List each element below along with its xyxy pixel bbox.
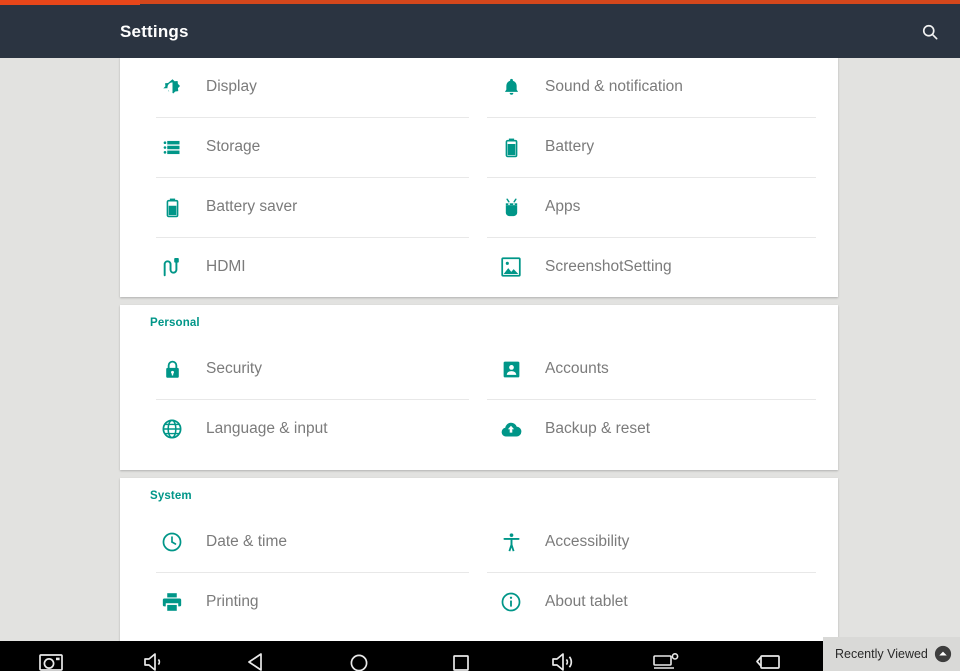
- settings-row-language-input[interactable]: Language & input: [138, 399, 469, 459]
- settings-row-label: Printing: [206, 593, 259, 611]
- printer-icon: [160, 590, 184, 614]
- android-settings-screen: Settings: [0, 0, 960, 671]
- settings-row-security[interactable]: Security: [138, 339, 469, 399]
- settings-row-battery-saver[interactable]: Battery saver: [138, 177, 469, 237]
- settings-row-storage[interactable]: Storage: [138, 117, 469, 177]
- recents-square-icon[interactable]: [441, 651, 481, 671]
- settings-row-screenshot-setting[interactable]: ScreenshotSetting: [487, 237, 820, 297]
- recently-viewed-chip[interactable]: Recently Viewed: [823, 637, 960, 671]
- storage-list-icon: [160, 135, 184, 159]
- settings-card-system: System Date & time: [120, 478, 838, 641]
- battery-icon: [499, 135, 523, 159]
- section-header-system: System: [150, 490, 192, 502]
- settings-row-label: Battery: [545, 138, 594, 156]
- card0-left-column: Display: [120, 58, 479, 297]
- settings-row-accessibility[interactable]: Accessibility: [487, 512, 820, 572]
- settings-card-device: Display: [120, 58, 838, 297]
- card1-left-column: Security Language & inpu: [120, 339, 479, 459]
- volume-down-icon[interactable]: [134, 651, 174, 671]
- settings-row-hdmi[interactable]: HDMI: [138, 237, 469, 297]
- settings-card-personal: Personal Security: [120, 305, 838, 470]
- system-navigation-bar: [0, 641, 960, 671]
- settings-row-label: About tablet: [545, 593, 628, 611]
- android-robot-icon: [499, 195, 523, 219]
- settings-row-battery[interactable]: Battery: [487, 117, 820, 177]
- keyboard-icon[interactable]: [646, 651, 686, 671]
- card2-right-column: Accessibility About tablet: [479, 512, 838, 632]
- settings-row-label: Sound & notification: [545, 78, 683, 96]
- settings-row-label: Apps: [545, 198, 580, 216]
- bell-icon: [499, 75, 523, 99]
- settings-row-label: Language & input: [206, 420, 328, 438]
- clock-icon: [160, 530, 184, 554]
- card1-right-column: Accounts Backup & reset: [479, 339, 838, 459]
- section-header-personal: Personal: [150, 317, 200, 329]
- globe-icon: [160, 417, 184, 441]
- settings-row-label: Accessibility: [545, 533, 629, 551]
- brightness-icon: [160, 75, 184, 99]
- settings-row-label: HDMI: [206, 258, 246, 276]
- battery-saver-icon: [160, 195, 184, 219]
- settings-row-printing[interactable]: Printing: [138, 572, 469, 632]
- settings-row-apps[interactable]: Apps: [487, 177, 820, 237]
- back-triangle-icon[interactable]: [236, 651, 276, 671]
- settings-row-label: Security: [206, 360, 262, 378]
- screenshot-camera-icon[interactable]: [31, 651, 71, 671]
- image-picture-icon: [499, 255, 523, 279]
- settings-row-label: Display: [206, 78, 257, 96]
- accessibility-person-icon: [499, 530, 523, 554]
- hdmi-cable-icon: [160, 255, 184, 279]
- page-title: Settings: [120, 22, 189, 42]
- settings-row-accounts[interactable]: Accounts: [487, 339, 820, 399]
- search-icon[interactable]: [914, 16, 946, 48]
- lock-icon: [160, 357, 184, 381]
- settings-row-date-time[interactable]: Date & time: [138, 512, 469, 572]
- settings-row-label: Battery saver: [206, 198, 297, 216]
- settings-row-label: Date & time: [206, 533, 287, 551]
- app-bar: Settings: [0, 4, 960, 58]
- settings-row-label: Backup & reset: [545, 420, 650, 438]
- account-person-icon: [499, 357, 523, 381]
- settings-row-display[interactable]: Display: [138, 58, 469, 117]
- home-circle-icon[interactable]: [339, 651, 379, 671]
- settings-scroll-area[interactable]: Display: [0, 58, 960, 641]
- display-monitor-icon[interactable]: [749, 651, 789, 671]
- card0-right-column: Sound & notification Battery: [479, 58, 838, 297]
- chevron-up-circle-icon[interactable]: [934, 645, 952, 663]
- loading-progress-track: [0, 0, 960, 4]
- cloud-upload-icon: [499, 417, 523, 441]
- settings-row-about-tablet[interactable]: About tablet: [487, 572, 820, 632]
- info-circle-icon: [499, 590, 523, 614]
- settings-row-backup-reset[interactable]: Backup & reset: [487, 399, 820, 459]
- loading-progress-fill: [0, 0, 140, 5]
- card2-left-column: Date & time Printing: [120, 512, 479, 632]
- settings-row-label: Accounts: [545, 360, 609, 378]
- settings-row-label: Storage: [206, 138, 260, 156]
- volume-up-icon[interactable]: [544, 651, 584, 671]
- settings-row-sound-notification[interactable]: Sound & notification: [487, 58, 820, 117]
- settings-row-label: ScreenshotSetting: [545, 258, 672, 276]
- recently-viewed-label: Recently Viewed: [835, 647, 928, 661]
